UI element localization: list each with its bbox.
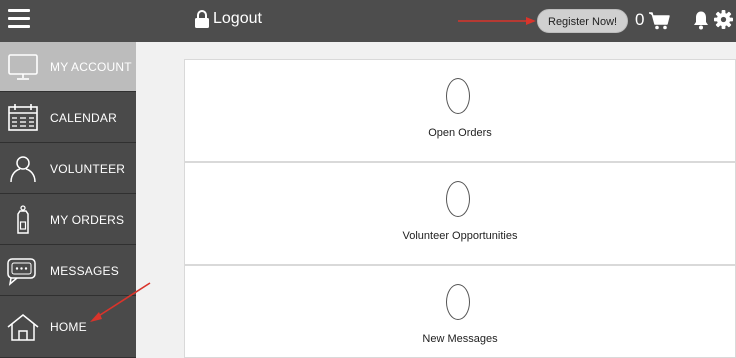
annotation-arrows [90, 17, 536, 322]
arrow-to-register [458, 17, 536, 25]
arrow-to-home [90, 282, 151, 322]
